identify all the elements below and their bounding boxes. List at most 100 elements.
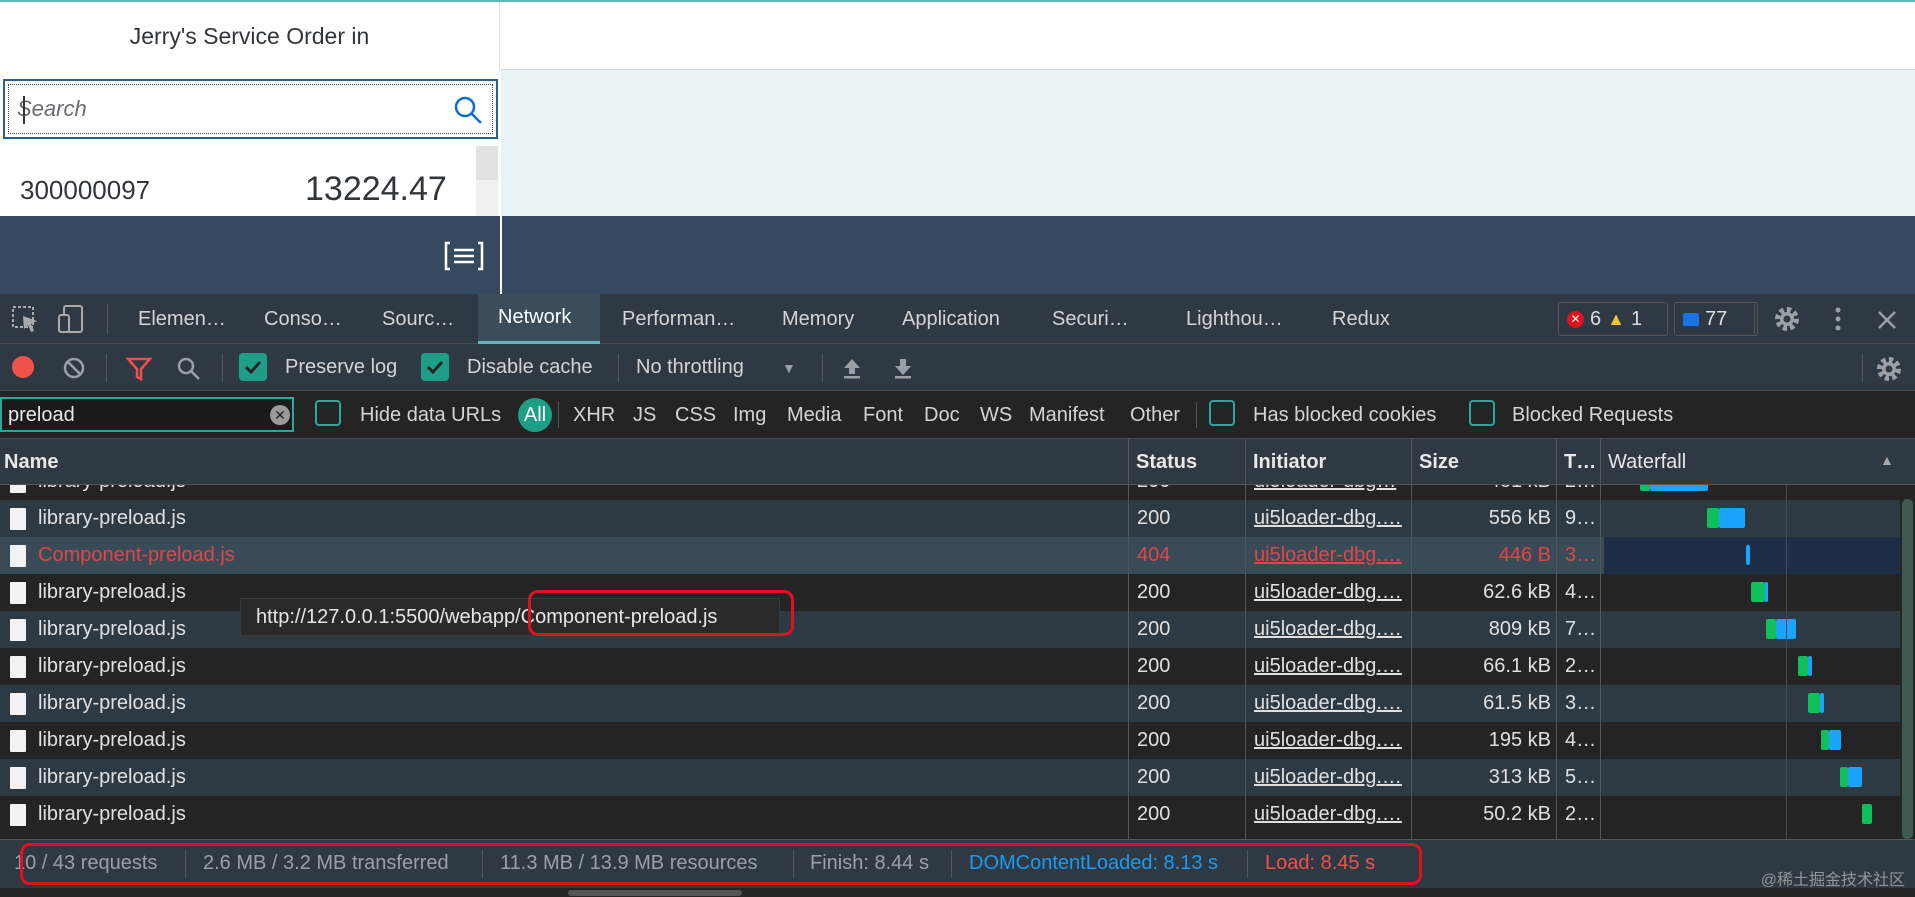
text-caret [23,96,25,124]
filter-field[interactable]: ✕ [0,397,294,432]
file-icon [10,730,26,752]
filter-type-font[interactable]: Font [863,391,903,439]
tab-console[interactable]: Conso… [250,294,350,344]
table-scrollbar[interactable] [1900,485,1915,839]
filter-type-ws[interactable]: WS [980,391,1012,439]
table-row[interactable]: library-preload.js 200 ui5loader-dbg.… 6… [0,685,1900,722]
more-options-icon[interactable] [1826,304,1850,334]
export-har-icon[interactable] [891,356,915,380]
column-size[interactable]: Size [1415,439,1459,485]
tab-sources[interactable]: Sourc… [368,294,468,344]
hide-data-urls-label[interactable]: Hide data URLs [360,391,501,439]
order-id[interactable]: 300000097 [20,175,150,206]
status-annotation-box [20,843,1422,885]
column-status[interactable]: Status [1132,439,1197,485]
messages-badge[interactable]: 77 [1674,302,1758,336]
filter-input[interactable] [8,401,258,429]
filter-type-js[interactable]: JS [633,391,656,439]
waterfall-bar [1719,508,1745,528]
waterfall-bar [1862,804,1872,824]
waterfall-bar [1798,656,1808,676]
waterfall-bar [1821,730,1829,750]
detail-header [501,2,1915,70]
close-icon[interactable] [1873,306,1901,334]
filter-type-other[interactable]: Other [1130,391,1180,439]
error-icon: ✕ [1567,310,1584,328]
error-count: 6 [1590,307,1602,330]
message-count: 77 [1705,307,1728,330]
search-requests-icon[interactable] [176,356,202,382]
table-row[interactable]: library-preload.js 200 ui5loader-dbg… 48… [0,485,1900,500]
waterfall-bar [1808,656,1812,676]
network-settings-gear-icon[interactable] [1874,354,1904,384]
disable-cache-checkbox[interactable] [421,353,449,381]
table-row-error[interactable]: Component-preload.js 404 ui5loader-dbg.…… [0,537,1900,574]
tab-redux[interactable]: Redux [1324,294,1424,344]
clear-filter-icon[interactable]: ✕ [270,405,290,425]
table-row[interactable]: library-preload.js 200 ui5loader-dbg.… 6… [0,648,1900,685]
table-row[interactable]: library-preload.js 200 ui5loader-dbg.… 3… [0,759,1900,796]
warning-count: 1 [1630,307,1643,330]
waterfall-row-highlight [1604,537,1900,574]
disable-cache-label[interactable]: Disable cache [467,344,593,391]
column-name[interactable]: Name [0,439,58,485]
settings-gear-icon[interactable] [1772,304,1802,334]
table-row[interactable]: library-preload.js 200 ui5loader-dbg.… 1… [0,722,1900,759]
preserve-log-label[interactable]: Preserve log [285,344,397,391]
inspect-element-icon[interactable] [10,303,40,335]
waterfall-bar [1650,485,1708,491]
app-title: Jerry's Service Order in [0,2,500,70]
preserve-log-checkbox[interactable] [239,353,267,381]
issues-badge[interactable]: ✕ 6 ▲ 1 [1558,302,1668,336]
waterfall-bar [1746,545,1750,565]
filter-type-doc[interactable]: Doc [924,391,960,439]
filter-type-img[interactable]: Img [733,391,766,439]
tab-security[interactable]: Securi… [1040,294,1160,344]
requests-table-body: library-preload.js 200 ui5loader-dbg… 48… [0,485,1900,839]
search-field[interactable] [3,79,498,139]
sort-ascending-icon[interactable]: ▲ [1880,452,1894,468]
filter-type-manifest[interactable]: Manifest [1029,391,1105,439]
waterfall-bar [1765,582,1768,602]
has-blocked-cookies-checkbox[interactable] [1209,400,1235,426]
screen: { "app": { "title": "Jerry's Service Ord… [0,0,1915,897]
hide-data-urls-checkbox[interactable] [315,400,341,426]
tab-memory[interactable]: Memory [770,294,890,344]
blocked-requests-checkbox[interactable] [1469,400,1495,426]
chevron-down-icon[interactable]: ▼ [782,344,796,391]
waterfall-bar [1829,730,1841,750]
tab-performance[interactable]: Performan… [606,294,764,344]
filter-type-media[interactable]: Media [787,391,841,439]
filter-icon[interactable] [126,356,152,382]
column-initiator[interactable]: Initiator [1249,439,1326,485]
tab-application[interactable]: Application [890,294,1030,344]
import-har-icon[interactable] [840,356,864,380]
list-view-icon[interactable] [444,240,484,272]
filter-type-xhr[interactable]: XHR [573,391,615,439]
blocked-requests-label[interactable]: Blocked Requests [1512,391,1673,439]
device-toolbar-icon[interactable] [56,303,86,335]
list-scrollbar[interactable] [476,146,498,216]
file-icon [10,656,26,678]
search-icon[interactable] [453,95,483,125]
table-row[interactable]: library-preload.js 200 ui5loader-dbg.… 5… [0,500,1900,537]
column-time[interactable]: T… [1560,439,1596,485]
filter-type-css[interactable]: CSS [675,391,716,439]
search-input[interactable] [17,93,437,125]
waterfall-bar [1707,508,1719,528]
file-icon [10,804,26,826]
tab-elements[interactable]: Elemen… [122,294,230,344]
has-blocked-cookies-label[interactable]: Has blocked cookies [1253,391,1436,439]
horizontal-scrollbar[interactable] [0,888,1915,897]
table-row[interactable]: library-preload.js 200 ui5loader-dbg.… 5… [0,796,1900,833]
clear-icon[interactable] [62,356,86,380]
column-waterfall[interactable]: Waterfall [1604,439,1686,485]
throttling-select[interactable]: No throttling [636,344,744,391]
tab-network[interactable]: Network [478,294,600,344]
filter-type-all[interactable]: All [518,398,552,432]
waterfall-bar [1840,767,1848,787]
tab-lighthouse[interactable]: Lighthou… [1176,294,1316,344]
waterfall-bar [1640,485,1650,491]
order-amount[interactable]: 13224.47 [305,170,447,209]
record-icon[interactable] [12,356,34,378]
